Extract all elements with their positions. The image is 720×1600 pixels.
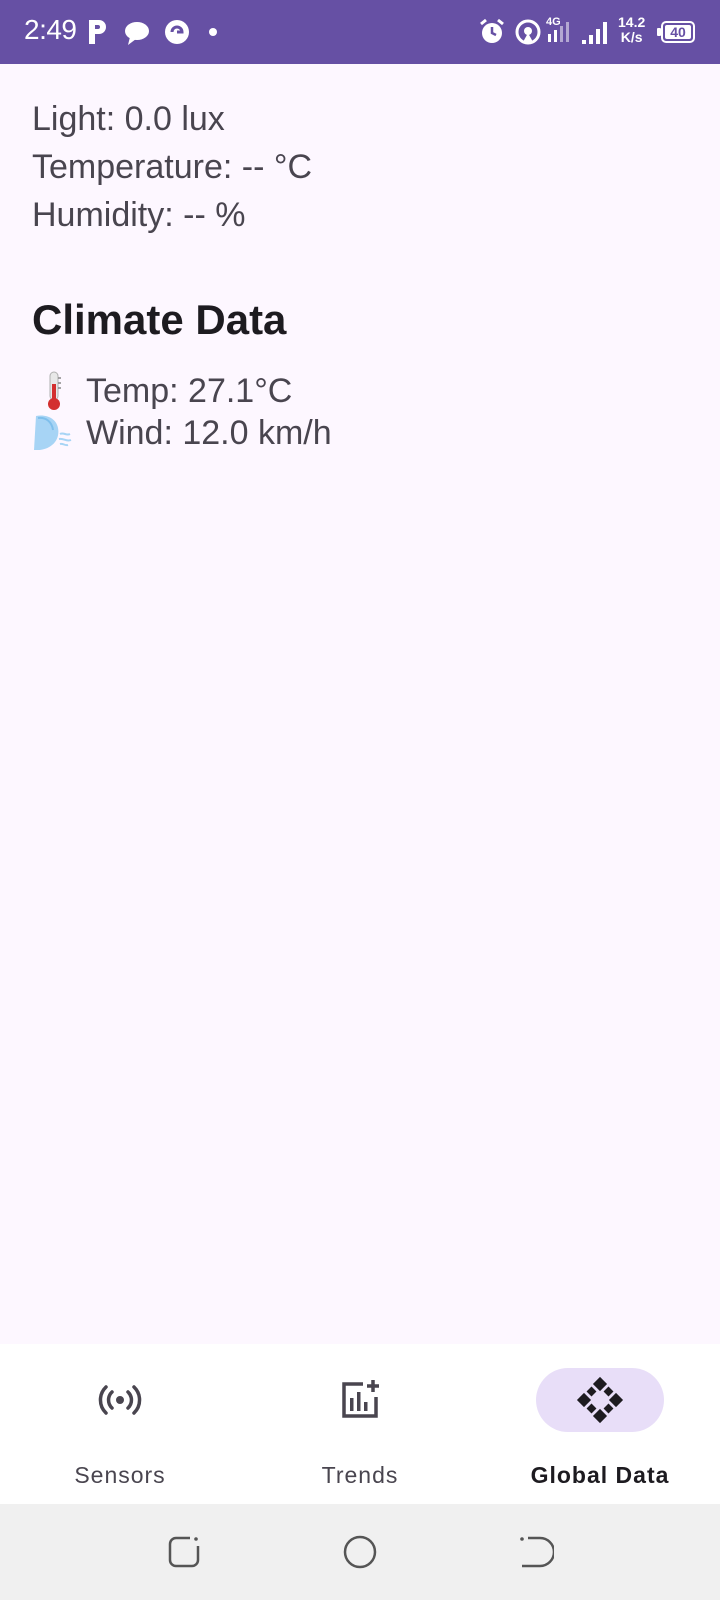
- recent-apps-button[interactable]: [164, 1532, 204, 1572]
- climate-wind-row: Wind: 12.0 km/h: [32, 412, 332, 454]
- status-time: 2:49: [24, 14, 77, 45]
- climate-temp-value: Temp: 27.1°C: [86, 371, 293, 410]
- network-speed-value: 14.2: [618, 14, 646, 30]
- nav-item-global-data[interactable]: Global Data: [480, 1344, 720, 1504]
- thermometer-icon: [48, 371, 61, 410]
- climate-data-title: Climate Data: [32, 296, 287, 343]
- nav-item-sensors[interactable]: Sensors: [0, 1344, 240, 1504]
- wind-face-icon: [34, 415, 72, 450]
- back-button[interactable]: [514, 1532, 554, 1572]
- nav-label-trends: Trends: [321, 1462, 399, 1488]
- alarm-icon: [480, 18, 504, 43]
- hotspot-icon: [515, 19, 541, 45]
- parking-app-icon: [89, 20, 106, 44]
- signal-strength-icon: [582, 22, 607, 44]
- light-reading: Light: 0.0 lux: [32, 100, 225, 138]
- network-speed-unit: K/s: [620, 29, 643, 45]
- climate-wind-value: Wind: 12.0 km/h: [86, 413, 332, 452]
- main-content: Light: 0.0 lux Temperature: -- °C Humidi…: [0, 64, 720, 1344]
- network-speed: 14.2 K/s: [618, 15, 645, 45]
- temperature-reading: Temperature: -- °C: [32, 148, 313, 186]
- home-button[interactable]: [340, 1532, 380, 1572]
- system-navigation-bar: [0, 1504, 720, 1600]
- battery-level: 40: [670, 24, 686, 40]
- nav-item-trends[interactable]: Trends: [240, 1344, 480, 1504]
- climate-temp-row: Temp: 27.1°C: [32, 370, 292, 412]
- nav-label-sensors: Sensors: [74, 1462, 166, 1488]
- more-notifications-dot: [209, 28, 217, 36]
- trends-icon: [342, 1380, 379, 1418]
- mobile-data-4g-icon: 4G: [546, 16, 569, 42]
- bottom-navigation: Sensors Trends Global Data: [0, 1344, 720, 1504]
- sensors-icon: [98, 1385, 142, 1415]
- chat-bubble-icon: [125, 22, 149, 45]
- status-bar: 2:49 4G 14.2 K/s 40: [0, 0, 720, 64]
- nav-label-global-data: Global Data: [530, 1462, 670, 1488]
- svg-text:4G: 4G: [546, 16, 561, 28]
- global-data-icon: [576, 1376, 624, 1424]
- app-notification-icon: [165, 20, 189, 44]
- humidity-reading: Humidity: -- %: [32, 196, 246, 234]
